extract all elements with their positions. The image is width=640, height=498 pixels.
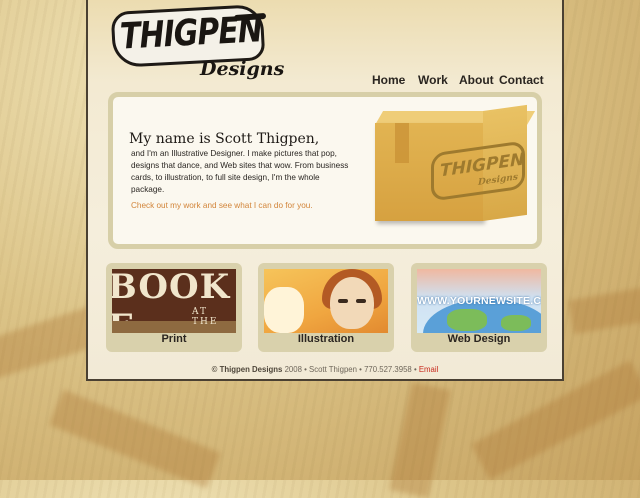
print-thumbnail-subtext: AT THE	[192, 307, 219, 327]
background-ray	[567, 279, 640, 335]
nav-about[interactable]: About	[459, 73, 494, 87]
tile-label-print: Print	[161, 333, 187, 345]
tile-print[interactable]: BOOK E AT THE Print	[106, 263, 242, 352]
illustration-eye	[356, 299, 366, 303]
cardboard-box-image: THIGPEN Designs	[375, 104, 536, 223]
logo-subtitle: Designs	[200, 58, 285, 80]
print-thumbnail: BOOK E AT THE	[112, 269, 236, 333]
see-work-link[interactable]: Check out my work and see what I can do …	[131, 201, 313, 210]
logo-wordmark: THIGPEN	[118, 8, 263, 59]
intro-text: and I'm an Illustrative Designer. I make…	[131, 149, 349, 194]
page-container: THIGPEN Designs Home Work About Contact …	[86, 0, 564, 381]
footer-phone: 770.527.3958	[364, 365, 412, 374]
globe-land	[447, 309, 487, 331]
footer-copyright: © Thigpen Designs	[211, 365, 283, 374]
nav-work[interactable]: Work	[418, 73, 448, 87]
web-design-thumbnail: WWW.YOURNEWSITE.CO	[417, 269, 541, 333]
footer-separator: •	[413, 365, 417, 374]
box-tape	[395, 123, 409, 163]
background-ray	[49, 389, 221, 489]
background-ray	[389, 382, 451, 498]
intro-panel: My name is Scott Thigpen, and I'm an Ill…	[108, 92, 542, 249]
illustration-eye	[338, 299, 348, 303]
footer-email-link[interactable]: Email	[419, 365, 439, 374]
tile-label-illustration: Illustration	[297, 333, 355, 345]
tile-illustration[interactable]: Illustration	[258, 263, 394, 352]
globe-land	[501, 315, 531, 331]
tile-web-design[interactable]: WWW.YOURNEWSITE.CO Web Design	[411, 263, 547, 352]
footer: © Thigpen Designs 2008 • Scott Thigpen •…	[88, 365, 562, 374]
nav-home[interactable]: Home	[372, 73, 405, 87]
footer-separator: •	[304, 365, 307, 374]
illustration-character	[264, 287, 304, 333]
tile-label-web-design: Web Design	[447, 333, 511, 345]
footer-name: Scott Thigpen	[309, 365, 357, 374]
illustration-thumbnail	[264, 269, 388, 333]
web-thumbnail-url: WWW.YOURNEWSITE.CO	[417, 295, 541, 307]
footer-separator: •	[359, 365, 362, 374]
nav-contact[interactable]: Contact	[499, 73, 544, 87]
illustration-face	[330, 277, 374, 329]
footer-year: 2008	[284, 365, 302, 374]
site-logo[interactable]: THIGPEN Designs	[110, 4, 284, 90]
intro-heading: My name is Scott Thigpen,	[129, 131, 320, 147]
